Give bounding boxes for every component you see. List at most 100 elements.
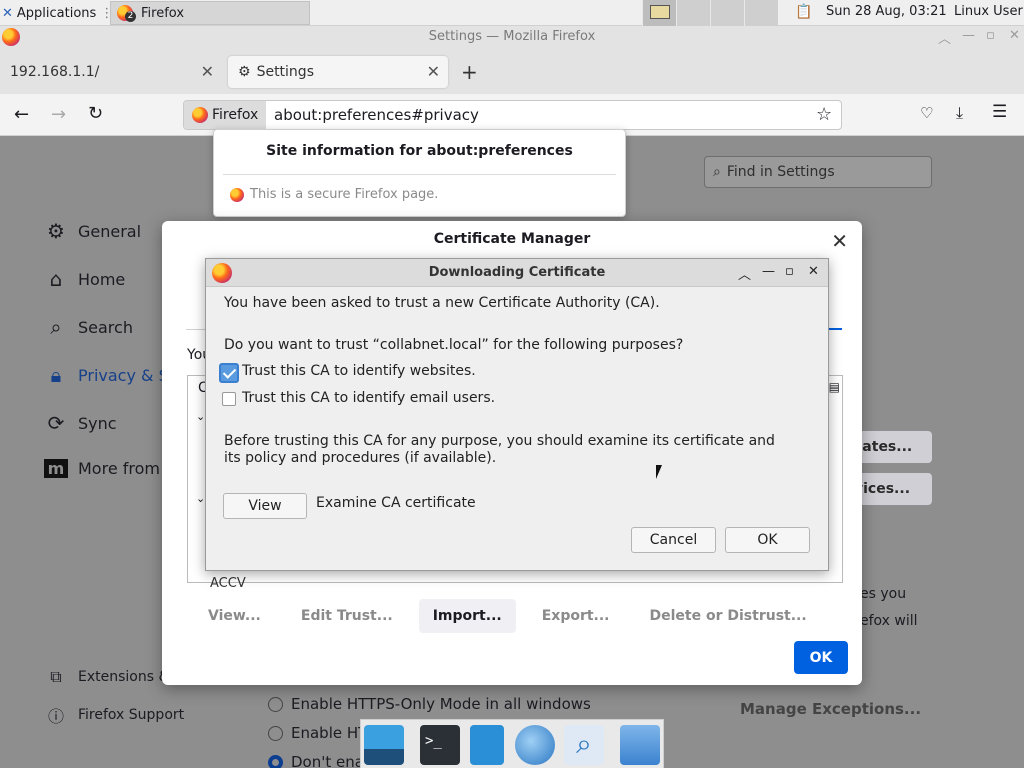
terminal-icon[interactable]: >_	[420, 725, 460, 765]
close-tab-icon[interactable]: ✕	[427, 62, 440, 81]
clipboard-icon[interactable]: 📋	[795, 4, 812, 20]
export-button[interactable]: Export...	[528, 599, 624, 633]
sidebar-item-label: More from	[78, 459, 160, 478]
window-title: Settings — Mozilla Firefox	[428, 29, 596, 44]
back-icon[interactable]: ←	[14, 104, 29, 125]
trust-email-checkbox[interactable]	[222, 392, 236, 406]
workspace-4[interactable]	[744, 0, 778, 26]
file-manager-icon[interactable]	[470, 725, 504, 765]
reload-icon[interactable]: ↻	[88, 103, 103, 124]
sidebar-item-sync[interactable]: ⟳ Sync	[44, 411, 117, 435]
close-icon[interactable]: ✕	[831, 229, 848, 253]
https-description: es you	[860, 586, 907, 602]
folder-icon[interactable]	[620, 725, 660, 765]
sidebar-item-general[interactable]: ⚙ General	[44, 219, 141, 243]
url-text[interactable]: about:preferences#privacy	[274, 106, 479, 124]
sidebar-item-label: Firefox Support	[78, 707, 185, 723]
sidebar-item-home[interactable]: ⌂ Home	[44, 267, 126, 291]
sidebar-item-more-from-mozilla[interactable]: m More from	[44, 459, 160, 478]
column-picker-icon[interactable]: ▤	[829, 380, 840, 394]
button-label: vices...	[854, 481, 911, 497]
chevron-up-icon[interactable]: ︿	[938, 28, 951, 47]
sidebar-item-label: Extensions &	[78, 669, 170, 685]
sidebar-item-search[interactable]: ⌕ Search	[44, 315, 133, 339]
gear-icon: ⚙	[238, 64, 251, 80]
https-description-2: efox will	[860, 613, 918, 629]
manage-exceptions-button[interactable]: Manage Exceptions...	[740, 700, 921, 718]
firefox-icon: 2	[117, 5, 136, 22]
ok-button[interactable]: OK	[794, 641, 848, 674]
view-button[interactable]: View...	[194, 599, 275, 633]
sidebar-item-privacy[interactable]: 🔒︎ Privacy & S	[44, 363, 169, 387]
sync-icon: ⟳	[47, 411, 65, 435]
dialog-titlebar: Downloading Certificate ︿ — ▫ ✕	[206, 259, 828, 287]
sidebar-support[interactable]: ⓘ Firefox Support	[44, 703, 184, 727]
sidebar-extensions[interactable]: ⧉ Extensions &	[44, 667, 169, 687]
search-icon: ⌕	[50, 315, 62, 339]
minimize-icon[interactable]: —	[762, 264, 775, 279]
radio-label: Don't ena	[291, 753, 364, 768]
workspace-2[interactable]	[676, 0, 710, 26]
close-icon[interactable]: ✕	[1009, 28, 1020, 43]
identity-label: Firefox	[212, 107, 259, 123]
chevron-down-icon[interactable]: ⌄	[196, 492, 205, 505]
divider	[223, 174, 616, 175]
edit-trust-button[interactable]: Edit Trust...	[287, 599, 407, 633]
tab-router[interactable]: 192.168.1.1/ ✕	[0, 56, 222, 88]
taskbar-firefox[interactable]: 2 Firefox	[110, 1, 310, 25]
trust-intro: You have been asked to trust a new Certi…	[224, 295, 660, 311]
bookmark-star-icon[interactable]: ☆	[816, 104, 832, 125]
mouse-cursor	[656, 465, 662, 479]
app-finder-icon[interactable]: ⌕	[564, 725, 604, 765]
trust-advice: Before trusting this CA for any purpose,…	[224, 433, 775, 466]
workspace-1[interactable]	[642, 0, 676, 26]
downloads-icon[interactable]: ⤓	[956, 103, 963, 123]
view-certificates-button[interactable]: cates...	[850, 431, 932, 463]
close-tab-icon[interactable]: ✕	[201, 62, 214, 81]
radio-icon	[268, 696, 283, 712]
applications-menu[interactable]: ✕ Applications ⋮	[2, 3, 113, 23]
find-in-settings[interactable]: ⌕ Find in Settings	[704, 156, 932, 188]
https-only-off-radio[interactable]: Don't ena	[268, 753, 364, 768]
identity-box[interactable]: Firefox	[184, 101, 266, 129]
new-tab-icon[interactable]: +	[461, 60, 478, 84]
view-certificate-button[interactable]: View	[223, 493, 307, 519]
workspace-3[interactable]	[710, 0, 744, 26]
chevron-up-icon[interactable]: ︿	[738, 264, 751, 283]
clock[interactable]: Sun 28 Aug, 03:21	[826, 4, 947, 19]
radio-label: Enable HTTPS-Only Mode in all windows	[291, 695, 591, 713]
https-only-private-radio[interactable]: Enable HT	[268, 724, 367, 742]
chevron-down-icon[interactable]: ⌄	[196, 410, 205, 423]
user-menu[interactable]: Linux User	[954, 4, 1023, 19]
import-button[interactable]: Import...	[418, 599, 516, 633]
security-devices-button[interactable]: vices...	[850, 473, 932, 505]
trust-email-label[interactable]: Trust this CA to identify email users.	[242, 390, 495, 406]
tab-settings[interactable]: ⚙ Settings ✕	[228, 56, 448, 88]
maximize-icon[interactable]: ▫	[785, 264, 794, 279]
trust-websites-label[interactable]: Trust this CA to identify websites.	[242, 363, 476, 379]
applications-label: Applications	[16, 5, 97, 21]
hamburger-menu-icon[interactable]: ☰	[992, 102, 1007, 122]
find-placeholder: Find in Settings	[726, 164, 835, 180]
https-only-all-radio[interactable]: Enable HTTPS-Only Mode in all windows	[268, 695, 591, 713]
forward-icon[interactable]: →	[51, 104, 66, 125]
trust-websites-checkbox[interactable]	[219, 363, 239, 383]
ok-button[interactable]: OK	[725, 527, 810, 553]
close-icon[interactable]: ✕	[808, 264, 819, 279]
tab-bar: 192.168.1.1/ ✕ ⚙ Settings ✕ +	[0, 48, 1024, 94]
minimize-icon[interactable]: —	[962, 28, 975, 43]
cancel-button[interactable]: Cancel	[631, 527, 716, 553]
pocket-icon[interactable]: ♡	[920, 104, 933, 122]
maximize-icon[interactable]: ▫	[986, 28, 995, 43]
mozilla-icon: m	[44, 459, 68, 478]
button-label: cates...	[854, 439, 913, 455]
tree-row[interactable]: ACCV	[210, 576, 246, 591]
url-bar[interactable]: Firefox about:preferences#privacy ☆	[183, 100, 842, 130]
show-desktop-icon[interactable]	[364, 725, 404, 765]
web-browser-icon[interactable]	[515, 725, 555, 765]
view-description: Examine CA certificate	[316, 495, 476, 511]
sidebar-item-label: Sync	[78, 413, 117, 433]
sidebar-item-label: Home	[78, 269, 126, 289]
delete-or-distrust-button[interactable]: Delete or Distrust...	[636, 599, 821, 633]
secure-page-text: This is a secure Firefox page.	[250, 187, 439, 202]
